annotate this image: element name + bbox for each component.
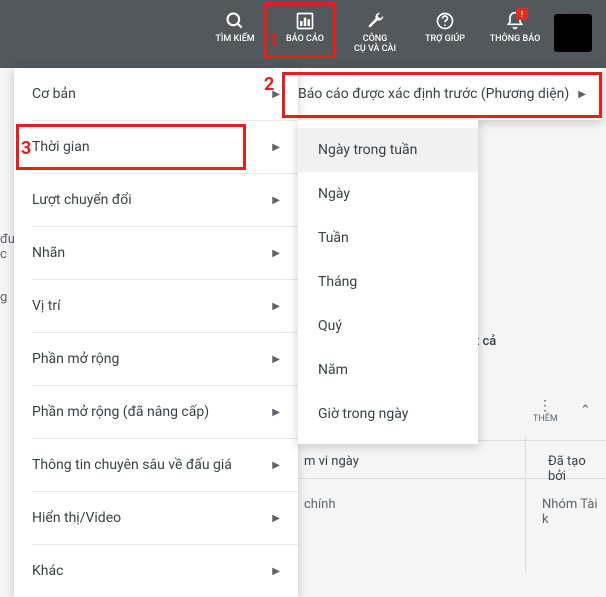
topbar-tools[interactable]: CÔNG CỤ VÀ CÀI (340, 10, 410, 55)
bg-col-created: Đã tạo bởi (548, 454, 606, 484)
sub-item-quarter[interactable]: Quý (298, 304, 478, 348)
more-icon[interactable]: ⋮ (538, 398, 554, 414)
predefined-report-item[interactable]: Báo cáo được xác định trước (Phương diện… (282, 68, 602, 120)
chevron-right-icon: ▶ (272, 195, 280, 206)
menu-item-auction[interactable]: Thông tin chuyên sâu về đấu giá▶ (14, 439, 298, 491)
chevron-right-icon: ▶ (272, 248, 280, 259)
bg-cell-main: chính (304, 497, 336, 512)
menu-item-location[interactable]: Vị trí▶ (14, 280, 298, 332)
menu-item-basic[interactable]: Cơ bản▶ (14, 68, 298, 120)
menu-item-time[interactable]: Thời gian▶ (14, 121, 298, 173)
chevron-right-icon: ▶ (272, 301, 280, 312)
sub-item-month[interactable]: Tháng (298, 260, 478, 304)
bg-text: g (0, 290, 7, 305)
chevron-right-icon: ▶ (272, 460, 280, 471)
menu-item-ext[interactable]: Phần mở rộng▶ (14, 333, 298, 385)
topbar-search-label: TÌM KIẾM (215, 35, 254, 45)
topbar-report[interactable]: BÁO CÁO (270, 10, 340, 45)
chevron-right-icon: ▶ (272, 354, 280, 365)
topbar-tools-label: CÔNG CỤ VÀ CÀI (354, 35, 396, 55)
bg-col-range: m vi ngày (304, 454, 359, 469)
sub-item-hour[interactable]: Giờ trong ngày (298, 392, 478, 436)
annotation-num-1: 1 (269, 30, 279, 51)
help-icon (434, 10, 456, 32)
bg-more-label: THÊM (533, 414, 558, 424)
expand-icon[interactable]: ⌃ (580, 403, 591, 418)
avatar[interactable] (554, 14, 592, 52)
topbar-help[interactable]: TRỢ GIÚP (410, 10, 480, 45)
annotation-num-2: 2 (264, 74, 274, 95)
alert-badge: ! (516, 8, 528, 20)
bg-cell-group: Nhóm Tài k (542, 497, 606, 527)
menu-item-other[interactable]: Khác▶ (14, 545, 298, 597)
bg-text: c (0, 247, 7, 262)
menu-item-display[interactable]: Hiển thị/Video▶ (14, 492, 298, 544)
chevron-right-icon: ▶ (272, 513, 280, 524)
topbar-notif[interactable]: ! THÔNG BÁO (480, 10, 550, 45)
dropdown-menu: Cơ bản▶ Thời gian▶ Lượt chuyển đổi▶ Nhãn… (14, 68, 298, 597)
menu-item-ext-upgraded[interactable]: Phần mở rộng (đã nâng cấp)▶ (14, 386, 298, 438)
sub-item-week[interactable]: Tuần (298, 216, 478, 260)
chevron-right-icon: ▶ (272, 566, 280, 577)
sub-item-year[interactable]: Năm (298, 348, 478, 392)
menu-item-conversions[interactable]: Lượt chuyển đổi▶ (14, 174, 298, 226)
chevron-right-icon: ▶ (578, 89, 586, 100)
topbar: TÌM KIẾM BÁO CÁO CÔNG CỤ VÀ CÀI TRỢ GIÚP… (0, 0, 606, 68)
divider (525, 438, 526, 573)
sub-item-day[interactable]: Ngày (298, 172, 478, 216)
sub-item-dayofweek[interactable]: Ngày trong tuần (298, 128, 478, 172)
topbar-report-label: BÁO CÁO (286, 35, 324, 45)
predefined-report-label: Báo cáo được xác định trước (Phương diện… (298, 86, 569, 102)
chevron-right-icon: ▶ (272, 407, 280, 418)
topbar-help-label: TRỢ GIÚP (425, 35, 465, 45)
chevron-right-icon: ▶ (272, 142, 280, 153)
report-icon (294, 10, 316, 32)
wrench-icon (364, 10, 386, 32)
submenu-time: Ngày trong tuần Ngày Tuần Tháng Quý Năm … (298, 120, 478, 444)
menu-item-labels[interactable]: Nhãn▶ (14, 227, 298, 279)
search-icon (224, 10, 246, 32)
annotation-num-3: 3 (21, 138, 31, 159)
topbar-notif-label: THÔNG BÁO (490, 35, 541, 45)
topbar-search[interactable]: TÌM KIẾM (200, 10, 270, 45)
